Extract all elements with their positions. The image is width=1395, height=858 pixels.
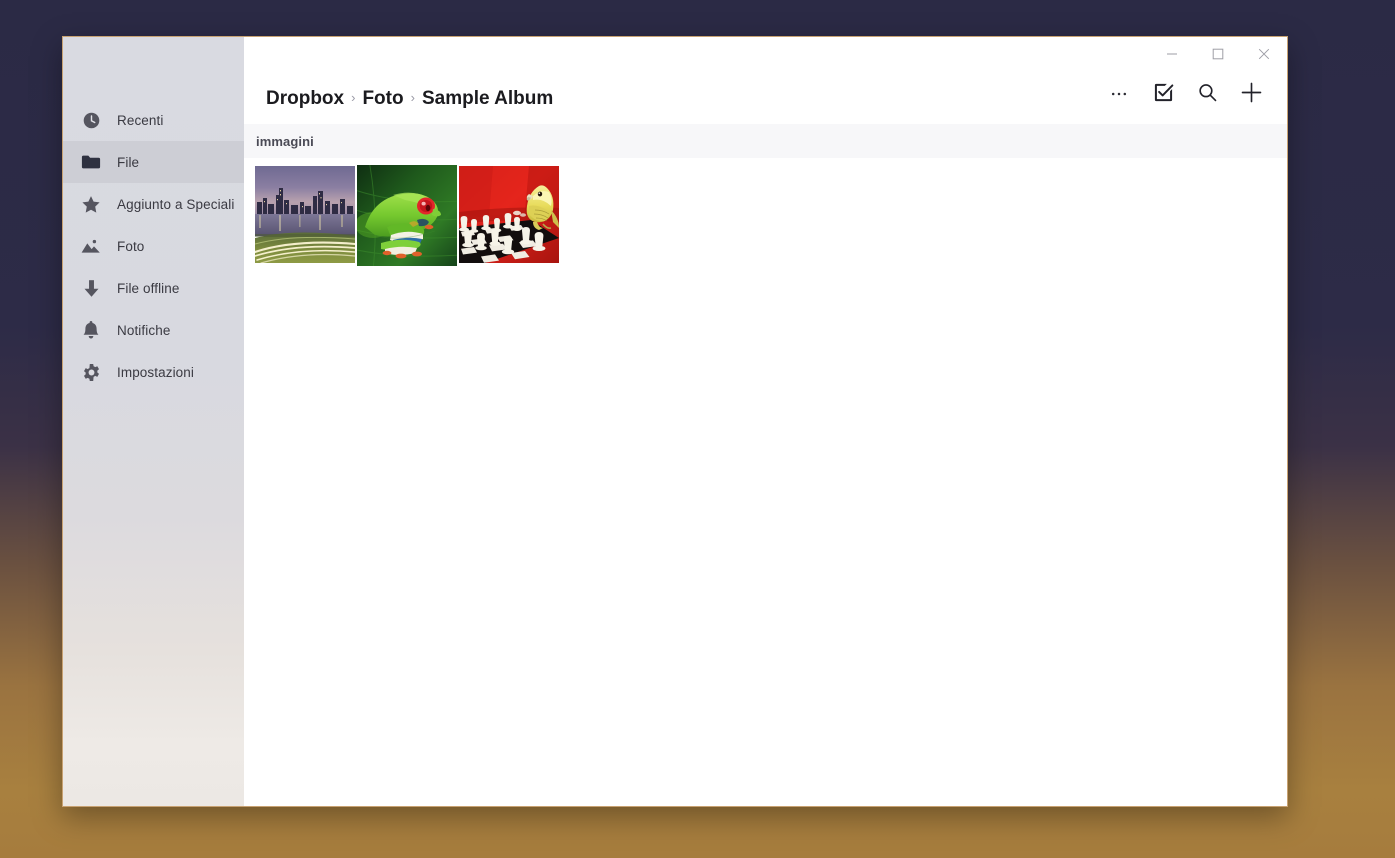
sidebar: Recenti File Aggiunto a Speciali Foto Fi… bbox=[63, 37, 244, 806]
folder-icon bbox=[80, 151, 102, 173]
search-button[interactable] bbox=[1185, 76, 1229, 108]
star-icon bbox=[80, 193, 102, 215]
minimize-icon bbox=[1166, 48, 1178, 60]
sidebar-item-notifiche[interactable]: Notifiche bbox=[63, 309, 244, 351]
photo-row bbox=[255, 165, 1287, 266]
breadcrumb-separator: › bbox=[351, 90, 356, 105]
gear-icon bbox=[80, 361, 102, 383]
maximize-button[interactable] bbox=[1195, 37, 1241, 70]
select-icon bbox=[1153, 82, 1174, 103]
toolbar bbox=[1097, 76, 1273, 110]
section-title: immagini bbox=[256, 133, 314, 149]
photo-grid bbox=[244, 158, 1287, 806]
sidebar-item-label: File offline bbox=[117, 280, 180, 296]
download-icon bbox=[80, 277, 102, 299]
minimize-button[interactable] bbox=[1149, 37, 1195, 70]
sidebar-item-label: Recenti bbox=[117, 112, 164, 128]
section-header: immagini bbox=[244, 124, 1287, 158]
clock-icon bbox=[80, 109, 102, 131]
content-pane: Dropbox › Foto › Sample Album immagini bbox=[244, 37, 1287, 806]
close-button[interactable] bbox=[1241, 37, 1287, 70]
breadcrumb: Dropbox › Foto › Sample Album bbox=[266, 88, 1097, 110]
breadcrumb-item-foto[interactable]: Foto bbox=[362, 88, 403, 110]
breadcrumb-separator: › bbox=[410, 90, 415, 105]
plus-icon bbox=[1240, 81, 1263, 104]
photo-icon bbox=[80, 235, 102, 257]
sidebar-item-file[interactable]: File bbox=[63, 141, 244, 183]
breadcrumb-item-dropbox[interactable]: Dropbox bbox=[266, 88, 344, 110]
sidebar-item-recenti[interactable]: Recenti bbox=[63, 99, 244, 141]
sidebar-item-aggiunto-a-speciali[interactable]: Aggiunto a Speciali bbox=[63, 183, 244, 225]
sidebar-item-file-offline[interactable]: File offline bbox=[63, 267, 244, 309]
sidebar-item-label: Aggiunto a Speciali bbox=[117, 196, 235, 212]
search-icon bbox=[1197, 82, 1218, 103]
sidebar-item-impostazioni[interactable]: Impostazioni bbox=[63, 351, 244, 393]
dropbox-window: Recenti File Aggiunto a Speciali Foto Fi… bbox=[62, 36, 1288, 807]
sidebar-item-foto[interactable]: Foto bbox=[63, 225, 244, 267]
photo-thumbnail-budgie-chess[interactable] bbox=[459, 166, 559, 263]
sidebar-item-label: Foto bbox=[117, 238, 145, 254]
photo-thumbnail-city-skyline[interactable] bbox=[255, 166, 355, 263]
more-icon bbox=[1109, 82, 1129, 102]
sidebar-item-label: Impostazioni bbox=[117, 364, 194, 380]
photo-thumbnail-tree-frog[interactable] bbox=[357, 165, 457, 266]
window-caption-bar bbox=[1149, 37, 1287, 70]
header: Dropbox › Foto › Sample Album bbox=[244, 37, 1287, 124]
bell-icon bbox=[80, 319, 102, 341]
more-options-button[interactable] bbox=[1097, 76, 1141, 108]
sidebar-item-label: File bbox=[117, 154, 140, 170]
sidebar-item-label: Notifiche bbox=[117, 322, 171, 338]
close-icon bbox=[1258, 48, 1270, 60]
breadcrumb-item-sample-album[interactable]: Sample Album bbox=[422, 88, 553, 110]
select-button[interactable] bbox=[1141, 76, 1185, 108]
add-button[interactable] bbox=[1229, 76, 1273, 108]
maximize-icon bbox=[1212, 48, 1224, 60]
